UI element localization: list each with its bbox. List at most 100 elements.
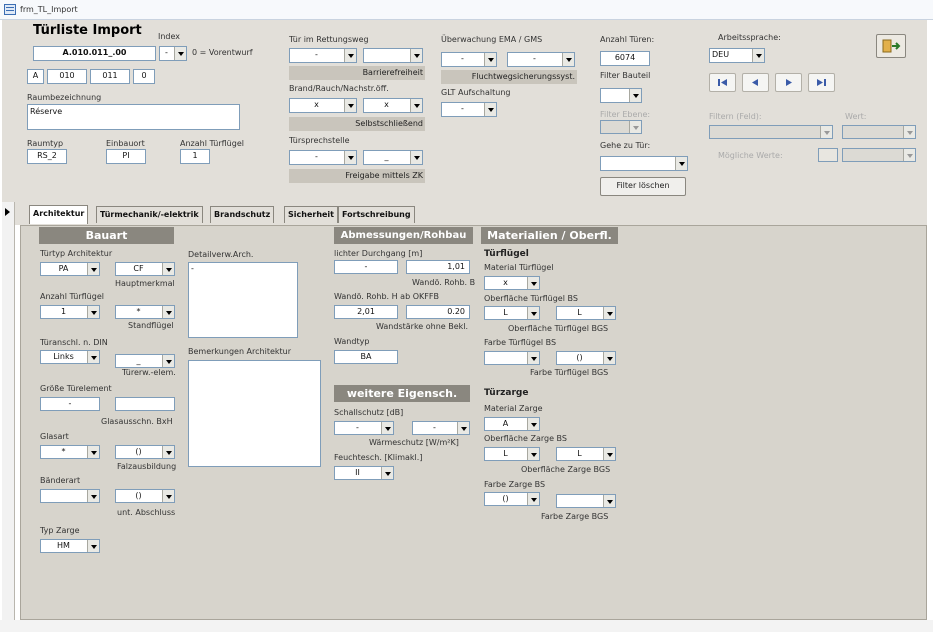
chevron-down-icon[interactable] (87, 540, 99, 552)
next-record-button[interactable] (775, 73, 802, 92)
chevron-down-icon[interactable] (527, 307, 539, 319)
chevron-down-icon[interactable] (603, 352, 615, 364)
chevron-down-icon[interactable] (820, 126, 832, 138)
index-combo[interactable]: - (159, 46, 187, 61)
filter-loeschen-button[interactable]: Filter löschen (600, 177, 686, 196)
anschlag-combo[interactable]: Links (40, 350, 100, 364)
chevron-down-icon[interactable] (87, 490, 99, 502)
chevron-down-icon[interactable] (562, 53, 574, 66)
barrierefreiheit-combo[interactable] (363, 48, 423, 63)
wandtyp-field[interactable]: BA (334, 350, 398, 364)
bemerkungen-field[interactable] (188, 360, 321, 467)
chevron-down-icon[interactable] (752, 49, 764, 62)
chevron-down-icon[interactable] (381, 422, 393, 434)
chevron-down-icon[interactable] (629, 89, 641, 102)
falzausbildung-combo[interactable]: () (115, 445, 175, 459)
oberflaeche-fluegel-bs-combo[interactable]: L (484, 306, 540, 320)
code-part-2[interactable]: 010 (47, 69, 87, 84)
chevron-down-icon[interactable] (903, 149, 915, 161)
einbauort-field[interactable]: PI (106, 149, 146, 164)
raumtyp-field[interactable]: RS_2 (27, 149, 67, 164)
arbeitssprache-combo[interactable]: DEU (709, 48, 765, 63)
last-record-button[interactable] (808, 73, 835, 92)
moegliche-werte-combo[interactable] (842, 148, 916, 162)
chevron-down-icon[interactable] (381, 467, 393, 479)
previous-record-button[interactable] (742, 73, 769, 92)
oberflaeche-zarge-bs-combo[interactable]: L (484, 447, 540, 461)
chevron-down-icon[interactable] (87, 351, 99, 363)
chevron-down-icon[interactable] (527, 493, 539, 505)
chevron-down-icon[interactable] (87, 263, 99, 275)
code-part-4[interactable]: 0 (133, 69, 155, 84)
chevron-down-icon[interactable] (603, 448, 615, 460)
chevron-down-icon[interactable] (527, 277, 539, 289)
chevron-down-icon[interactable] (527, 448, 539, 460)
feuchte-combo[interactable]: II (334, 466, 394, 480)
chevron-down-icon[interactable] (162, 446, 174, 458)
tab-tuermechanik[interactable]: Türmechanik/-elektrik (96, 206, 203, 223)
filter-bauteil-combo[interactable] (600, 88, 642, 103)
raumbezeichnung-field[interactable]: Réserve (27, 104, 240, 130)
farbe-zarge-bs-combo[interactable]: () (484, 492, 540, 506)
chevron-down-icon[interactable] (87, 306, 99, 318)
chevron-down-icon[interactable] (527, 418, 539, 430)
chevron-down-icon[interactable] (162, 263, 174, 275)
chevron-down-icon[interactable] (675, 157, 687, 170)
gehe-zu-combo[interactable] (600, 156, 688, 171)
tuertyp-combo[interactable]: PA (40, 262, 100, 276)
fluchtweg-combo[interactable]: - (507, 52, 575, 67)
material-fluegel-combo[interactable]: x (484, 276, 540, 290)
chevron-down-icon[interactable] (344, 151, 356, 164)
standfluegel-combo[interactable]: * (115, 305, 175, 319)
brand-combo[interactable]: x (289, 98, 357, 113)
chevron-down-icon[interactable] (410, 99, 422, 112)
wandstaerke-field[interactable]: 0.20 (406, 305, 470, 319)
oberflaeche-fluegel-bgs-combo[interactable]: L (556, 306, 616, 320)
chevron-down-icon[interactable] (162, 355, 174, 367)
record-selector[interactable] (2, 202, 15, 620)
farbe-zarge-bgs-combo[interactable] (556, 494, 616, 508)
anzahl-fluegel-field[interactable]: 1 (180, 149, 210, 164)
glasart-combo[interactable]: * (40, 445, 100, 459)
oberflaeche-zarge-bgs-combo[interactable]: L (556, 447, 616, 461)
tab-architektur[interactable]: Architektur (29, 205, 89, 224)
farbe-fluegel-bs-combo[interactable] (484, 351, 540, 365)
selbstschliessend-combo[interactable]: x (363, 98, 423, 113)
chevron-down-icon[interactable] (344, 99, 356, 112)
waermeschutz-combo[interactable]: - (412, 421, 470, 435)
chevron-down-icon[interactable] (344, 49, 356, 62)
chevron-down-icon[interactable] (527, 352, 539, 364)
detailverw-field[interactable]: - (188, 262, 298, 338)
schallschutz-combo[interactable]: - (334, 421, 394, 435)
tab-brandschutz[interactable]: Brandschutz (210, 206, 275, 223)
rohb-h-field[interactable]: 2,01 (334, 305, 398, 319)
durchgang-field-1[interactable]: - (334, 260, 398, 274)
chevron-down-icon[interactable] (174, 47, 186, 60)
unt-abschluss-combo[interactable]: () (115, 489, 175, 503)
door-code-field[interactable]: A.010.011_.00 (33, 46, 156, 61)
chevron-down-icon[interactable] (410, 151, 422, 164)
wert-combo[interactable] (842, 125, 916, 139)
chevron-down-icon[interactable] (457, 422, 469, 434)
tuersprech-combo[interactable]: - (289, 150, 357, 165)
tab-sicherheit[interactable]: Sicherheit (284, 206, 338, 223)
first-record-button[interactable] (709, 73, 736, 92)
chevron-down-icon[interactable] (87, 446, 99, 458)
farbe-fluegel-bgs-combo[interactable]: () (556, 351, 616, 365)
chevron-down-icon[interactable] (629, 121, 641, 133)
chevron-down-icon[interactable] (484, 103, 496, 116)
chevron-down-icon[interactable] (484, 53, 496, 66)
chevron-down-icon[interactable] (603, 495, 615, 507)
chevron-down-icon[interactable] (603, 307, 615, 319)
filter-ebene-combo[interactable] (600, 120, 642, 134)
tuererw-combo[interactable]: _ (115, 354, 175, 368)
tab-fortschreibung[interactable]: Fortschreibung (338, 206, 415, 223)
ueberwachung-combo[interactable]: - (441, 52, 497, 67)
chevron-down-icon[interactable] (162, 490, 174, 502)
anzahl-combo[interactable]: 1 (40, 305, 100, 319)
chevron-down-icon[interactable] (903, 126, 915, 138)
hauptmerkmal-combo[interactable]: CF (115, 262, 175, 276)
glt-combo[interactable]: - (441, 102, 497, 117)
chevron-down-icon[interactable] (410, 49, 422, 62)
code-part-1[interactable]: A (27, 69, 44, 84)
